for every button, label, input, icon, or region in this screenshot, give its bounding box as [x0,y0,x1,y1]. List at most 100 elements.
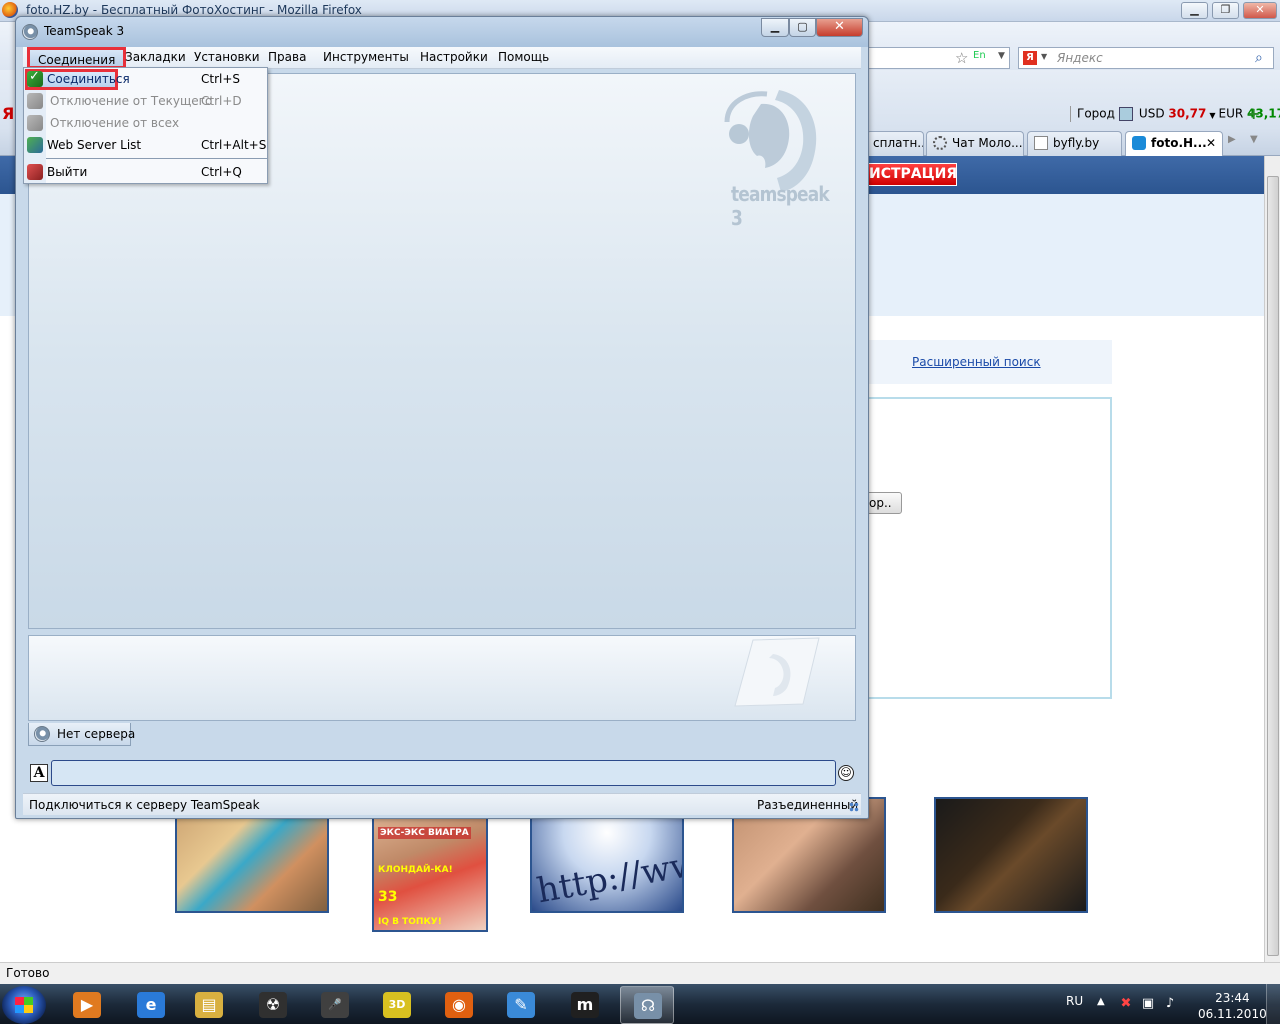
tab-label: byfly.by [1053,136,1100,150]
close-tab-icon[interactable]: ✕ [1206,136,1216,150]
menu-connections[interactable]: Соединения [27,47,127,69]
taskbar-app-button[interactable]: m [558,986,612,1024]
teamspeak-titlebar[interactable]: TeamSpeak 3 ▁ ▢ ✕ [16,17,868,47]
firefox-icon [2,2,18,18]
language-indicator[interactable]: RU [1066,994,1083,1008]
connections-dropdown-menu: Соединиться Ctrl+S Отключение от Текущег… [23,67,268,184]
menu-tools[interactable]: Инструменты [323,50,409,64]
paper-sheet-icon [734,637,820,707]
usd-trend-icon: ▼ [1209,110,1216,120]
tab-scroll-right-icon[interactable]: ▶ [1228,134,1236,145]
teamspeak-logo-icon [34,726,50,742]
menu-item-disconnect-current[interactable]: Отключение от Текущего Ctrl+D [24,90,267,112]
taskbar-app-button[interactable]: ☊ [620,986,674,1024]
add-widget-button[interactable]: + [1247,104,1260,123]
search-bar[interactable]: Я ▼ Яндекс ⌕ [1018,47,1274,69]
address-bar[interactable]: ☆ En ▼ [860,47,1010,69]
internet-explorer-icon: e [137,992,165,1018]
radiation-icon: ☢ [259,992,287,1018]
maximize-button[interactable]: ▢ [789,18,816,37]
page-scrollbar[interactable] [1264,156,1280,962]
menu-item-label: Web Server List [47,138,142,152]
register-button[interactable]: ИСТРАЦИЯ [862,163,957,186]
taskbar-app-button[interactable]: ▶ [60,986,114,1024]
menu-item-disconnect-all[interactable]: Отключение от всех [24,112,267,134]
taskbar-app-button[interactable]: e [124,986,178,1024]
menu-settings[interactable]: Настройки [420,50,488,64]
firefox-maximize-button[interactable]: ❐ [1212,2,1239,19]
network-error-icon[interactable]: ✖ [1118,996,1134,1012]
file-explorer-icon: ▤ [195,992,223,1018]
text-format-button[interactable]: A [30,764,48,782]
menu-item-shortcut: Ctrl+Alt+S [201,138,267,152]
close-button[interactable]: ✕ [816,18,863,37]
taskbar-app-button[interactable]: 3D [370,986,424,1024]
disconnect-icon [27,93,43,109]
menu-separator [46,158,267,159]
menu-help[interactable]: Помощь [498,50,549,64]
taskbar-app-button[interactable]: 🎤 [308,986,362,1024]
loading-icon [933,136,947,150]
tab-byfly[interactable]: byfly.by [1027,131,1122,156]
menu-bookmarks[interactable]: Закладки [125,50,186,64]
search-icon[interactable]: ⌕ [1255,50,1263,66]
teamspeak-logo-icon[interactable] [22,24,38,40]
eur-label: EUR [1218,106,1244,121]
menu-bar: Соединения Закладки Установки Права Инст… [23,47,861,69]
resize-grip[interactable] [849,802,859,812]
menu-item-quit[interactable]: Выйти Ctrl+Q [24,161,267,183]
server-tab-no-server[interactable]: Нет сервера [28,723,135,746]
yandex-brand-icon: Я [2,104,15,123]
microphone-icon: 🎤 [321,992,349,1018]
usd-value: 30,77 [1168,106,1207,121]
menu-installs[interactable]: Установки [194,50,260,64]
yandex-engine-icon[interactable]: Я [1023,51,1037,65]
menu-item-connect[interactable]: Соединиться Ctrl+S [24,68,267,90]
media-player-icon: ▶ [73,992,101,1018]
language-badge[interactable]: En [973,50,986,61]
tab-label: Чат Моло... [952,136,1023,150]
show-desktop-button[interactable] [1266,984,1280,1024]
menu-item-shortcut: Ctrl+Q [201,165,242,179]
menu-item-shortcut: Ctrl+D [201,94,242,108]
menu-rights[interactable]: Права [268,50,306,64]
tab-chat[interactable]: Чат Моло... [926,131,1024,156]
photo-thumbnail[interactable] [934,797,1088,913]
weather-icon[interactable] [1118,107,1133,121]
divider [1070,106,1071,122]
tab-foto-hz[interactable]: foto.H... ✕ [1125,131,1223,156]
city-label[interactable]: Город [1077,107,1115,121]
bookmark-star-icon[interactable]: ☆ [955,49,968,67]
advanced-search-link[interactable]: Расширенный поиск [912,355,1041,369]
taskbar-app-button[interactable]: ☢ [246,986,300,1024]
taskbar-app-button[interactable]: ✎ [494,986,548,1024]
paint-icon: ✎ [507,992,535,1018]
scrollbar-thumb[interactable] [1267,176,1279,956]
tab-fotohosting-partial[interactable]: сплатн... [866,131,924,156]
thumbnail-caption: ЭКС-ЭКС ВИАГРА [378,827,471,839]
connection-status: Разъединенный [757,798,859,812]
firefox-minimize-button[interactable]: ▁ [1181,2,1208,19]
minimize-button[interactable]: ▁ [761,18,789,37]
address-dropdown-icon[interactable]: ▼ [998,51,1005,61]
tab-list-icon[interactable]: ▼ [1250,134,1258,145]
start-button[interactable] [2,986,46,1024]
taskbar-app-button[interactable]: ◉ [432,986,486,1024]
search-input[interactable]: Яндекс [1057,51,1103,65]
engine-dropdown-icon[interactable]: ▼ [1041,52,1047,61]
show-hidden-icons-button[interactable]: ▲ [1097,996,1105,1007]
chat-input[interactable] [51,760,836,786]
menu-item-web-server-list[interactable]: Web Server List Ctrl+Alt+S [24,134,267,156]
system-clock[interactable]: 23:44 06.11.2010 [1198,990,1267,1022]
browse-button[interactable]: ор.. [866,492,902,514]
firefox-close-button[interactable]: ✕ [1243,2,1277,19]
taskbar-app-button[interactable]: ▤ [182,986,236,1024]
menu-item-label: Отключение от всех [50,116,180,130]
status-text: Готово [6,966,50,980]
menu-item-label: Соединиться [47,72,130,86]
volume-icon[interactable]: ♪ [1162,996,1178,1012]
network-icon[interactable]: ▣ [1140,996,1156,1012]
thumbnail-caption: http://www [533,838,684,912]
emoticon-button[interactable]: ☺ [838,765,854,781]
hz-site-icon [1132,136,1146,150]
